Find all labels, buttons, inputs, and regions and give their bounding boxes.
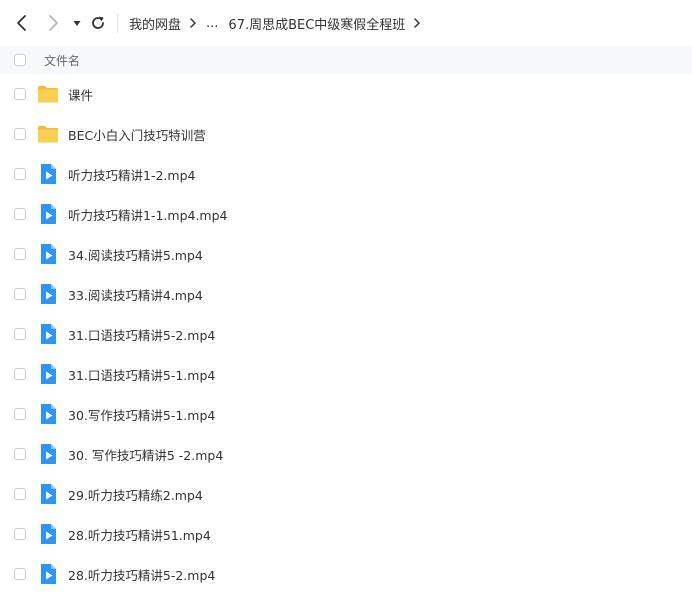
breadcrumb-item-ellipsis[interactable]: ... <box>206 16 218 31</box>
row-checkbox[interactable] <box>14 368 26 380</box>
file-name[interactable]: 28.听力技巧精讲5-2.mp4 <box>68 565 215 584</box>
row-checkbox[interactable] <box>14 528 26 540</box>
video-file-icon <box>41 244 56 264</box>
video-file-icon <box>41 524 56 544</box>
chevron-right-icon <box>189 17 197 29</box>
file-row[interactable]: 34.阅读技巧精讲5.mp4 <box>0 234 692 274</box>
file-name[interactable]: 30.写作技巧精讲5-1.mp4 <box>68 405 215 424</box>
file-row[interactable]: 31.口语技巧精讲5-2.mp4 <box>0 314 692 354</box>
file-row[interactable]: 29.听力技巧精练2.mp4 <box>0 474 692 514</box>
refresh-icon <box>92 16 104 29</box>
file-name[interactable]: 29.听力技巧精练2.mp4 <box>68 485 203 504</box>
back-button[interactable] <box>12 13 32 33</box>
chevron-left-icon <box>17 15 26 31</box>
row-checkbox[interactable] <box>14 288 26 300</box>
list-header: 文件名 <box>0 46 692 74</box>
column-header-filename[interactable]: 文件名 <box>44 52 80 69</box>
file-list: 课件 BEC小白入门技巧特训营 听力技巧精讲1-2.mp4 听力技巧精讲1-1.mp4… <box>0 74 692 594</box>
file-name[interactable]: 28.听力技巧精讲51.mp4 <box>68 525 211 544</box>
select-all-checkbox[interactable] <box>14 54 26 66</box>
file-row[interactable]: 听力技巧精讲1-2.mp4 <box>0 154 692 194</box>
file-row[interactable]: 33.阅读技巧精讲4.mp4 <box>0 274 692 314</box>
caret-down-icon <box>73 21 81 26</box>
breadcrumb-item-root[interactable]: 我的网盘 <box>129 14 181 33</box>
file-row[interactable]: 30.写作技巧精讲5-1.mp4 <box>0 394 692 434</box>
row-checkbox[interactable] <box>14 488 26 500</box>
video-file-icon <box>41 164 56 184</box>
refresh-button[interactable] <box>88 13 108 33</box>
video-file-icon <box>41 204 56 224</box>
file-name[interactable]: 听力技巧精讲1-2.mp4 <box>68 165 195 184</box>
file-name[interactable]: 31.口语技巧精讲5-2.mp4 <box>68 325 215 344</box>
row-checkbox[interactable] <box>14 208 26 220</box>
breadcrumb-item-current[interactable]: 67.周思成BEC中级寒假全程班 <box>228 14 405 33</box>
folder-icon <box>38 86 58 103</box>
video-file-icon <box>41 484 56 504</box>
file-row[interactable]: 30. 写作技巧精讲5 -2.mp4 <box>0 434 692 474</box>
row-checkbox[interactable] <box>14 88 26 100</box>
video-file-icon <box>41 444 56 464</box>
row-checkbox[interactable] <box>14 448 26 460</box>
file-name[interactable]: 30. 写作技巧精讲5 -2.mp4 <box>68 445 223 464</box>
file-row[interactable]: 听力技巧精讲1-1.mp4.mp4 <box>0 194 692 234</box>
chevron-right-icon <box>49 15 58 31</box>
forward-button[interactable] <box>43 13 63 33</box>
breadcrumb: 我的网盘 ... 67.周思成BEC中级寒假全程班 <box>129 14 430 33</box>
row-checkbox[interactable] <box>14 128 26 140</box>
chevron-right-icon <box>413 17 421 29</box>
row-checkbox[interactable] <box>14 328 26 340</box>
video-file-icon <box>41 324 56 344</box>
row-checkbox[interactable] <box>14 568 26 580</box>
folder-row[interactable]: 课件 <box>0 74 692 114</box>
toolbar: 我的网盘 ... 67.周思成BEC中级寒假全程班 <box>0 0 692 46</box>
file-name[interactable]: 课件 <box>68 85 93 104</box>
row-checkbox[interactable] <box>14 408 26 420</box>
folder-row[interactable]: BEC小白入门技巧特训营 <box>0 114 692 154</box>
file-name[interactable]: 34.阅读技巧精讲5.mp4 <box>68 245 203 264</box>
file-row[interactable]: 31.口语技巧精讲5-1.mp4 <box>0 354 692 394</box>
toolbar-divider <box>117 13 118 33</box>
file-name[interactable]: 31.口语技巧精讲5-1.mp4 <box>68 365 215 384</box>
row-checkbox[interactable] <box>14 248 26 260</box>
history-dropdown-button[interactable] <box>67 13 87 33</box>
file-name[interactable]: 33.阅读技巧精讲4.mp4 <box>68 285 203 304</box>
video-file-icon <box>41 364 56 384</box>
file-name[interactable]: BEC小白入门技巧特训营 <box>68 125 206 144</box>
file-name[interactable]: 听力技巧精讲1-1.mp4.mp4 <box>68 205 228 224</box>
video-file-icon <box>41 564 56 584</box>
row-checkbox[interactable] <box>14 168 26 180</box>
file-row[interactable]: 28.听力技巧精讲5-2.mp4 <box>0 554 692 594</box>
video-file-icon <box>41 404 56 424</box>
video-file-icon <box>41 284 56 304</box>
file-row[interactable]: 28.听力技巧精讲51.mp4 <box>0 514 692 554</box>
folder-icon <box>38 126 58 143</box>
